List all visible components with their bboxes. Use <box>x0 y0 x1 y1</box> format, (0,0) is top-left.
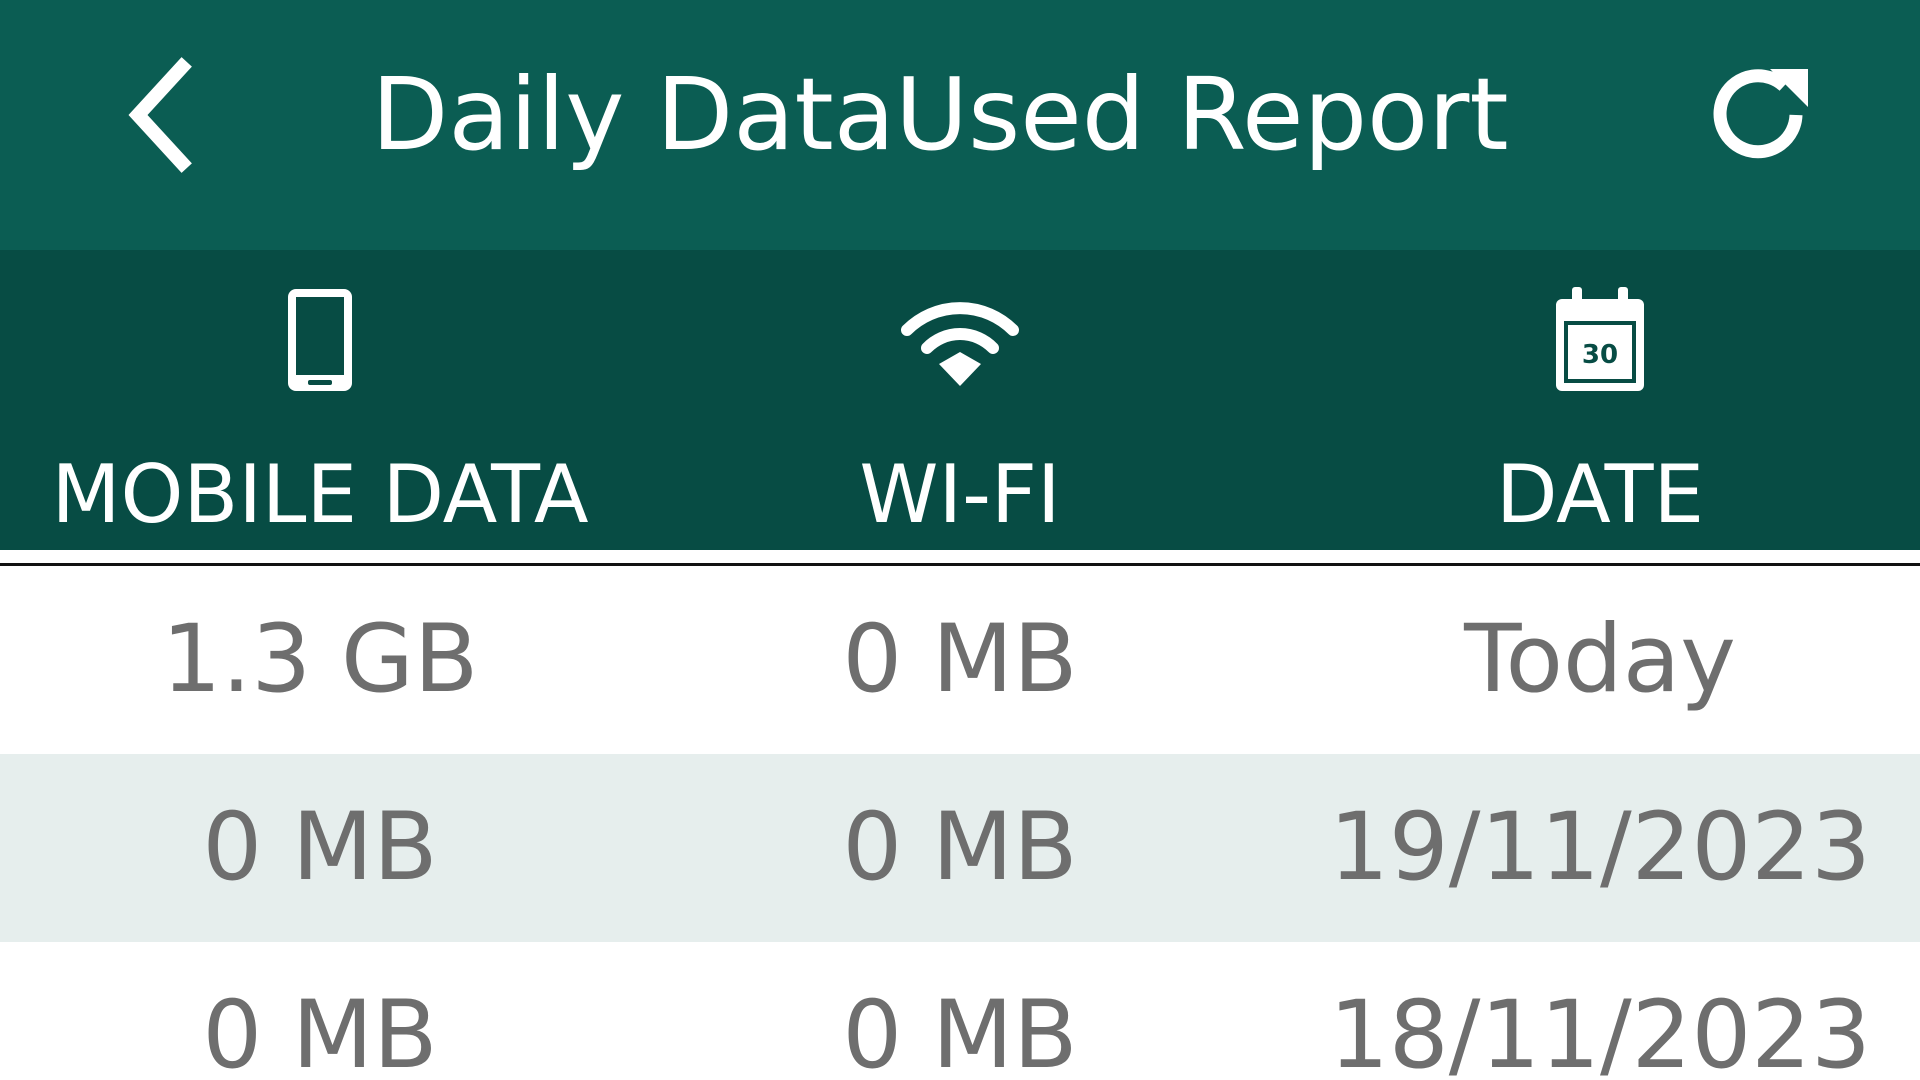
smartphone-icon <box>288 289 352 391</box>
back-button[interactable] <box>100 45 220 185</box>
cell-wifi: 0 MB <box>842 605 1078 714</box>
chevron-left-icon <box>128 57 192 173</box>
app-bar: Daily DataUsed Report <box>0 0 1920 250</box>
column-mobile-data[interactable]: MOBILE DATA <box>0 250 640 550</box>
table-row[interactable]: 0 MB 0 MB 19/11/2023 <box>0 754 1920 942</box>
refresh-icon <box>1713 69 1808 159</box>
calendar-icon: 30 <box>1556 287 1644 391</box>
cell-date: 19/11/2023 <box>1329 793 1871 902</box>
column-label-mobile-data: MOBILE DATA <box>51 448 589 541</box>
app-screen: Daily DataUsed Report MOBILE DATA WI-FI … <box>0 0 1920 1080</box>
cell-mobile-data: 0 MB <box>202 793 438 902</box>
column-wifi[interactable]: WI-FI <box>640 250 1280 550</box>
cell-wifi: 0 MB <box>842 793 1078 902</box>
cell-wifi: 0 MB <box>842 981 1078 1080</box>
column-label-date: DATE <box>1495 448 1705 541</box>
column-header-bar: MOBILE DATA WI-FI 30 DATE <box>0 250 1920 550</box>
page-title: Daily DataUsed Report <box>371 56 1509 173</box>
cell-date: Today <box>1464 605 1736 714</box>
cell-mobile-data: 1.3 GB <box>161 605 479 714</box>
cell-date: 18/11/2023 <box>1329 981 1871 1080</box>
column-label-wifi: WI-FI <box>859 448 1061 541</box>
refresh-button[interactable] <box>1690 45 1830 185</box>
wifi-icon <box>901 302 1019 386</box>
table-row[interactable]: 1.3 GB 0 MB Today <box>0 566 1920 754</box>
column-date[interactable]: 30 DATE <box>1280 250 1920 550</box>
table-row[interactable]: 0 MB 0 MB 18/11/2023 <box>0 942 1920 1080</box>
cell-mobile-data: 0 MB <box>202 981 438 1080</box>
calendar-icon-text: 30 <box>1582 340 1618 370</box>
